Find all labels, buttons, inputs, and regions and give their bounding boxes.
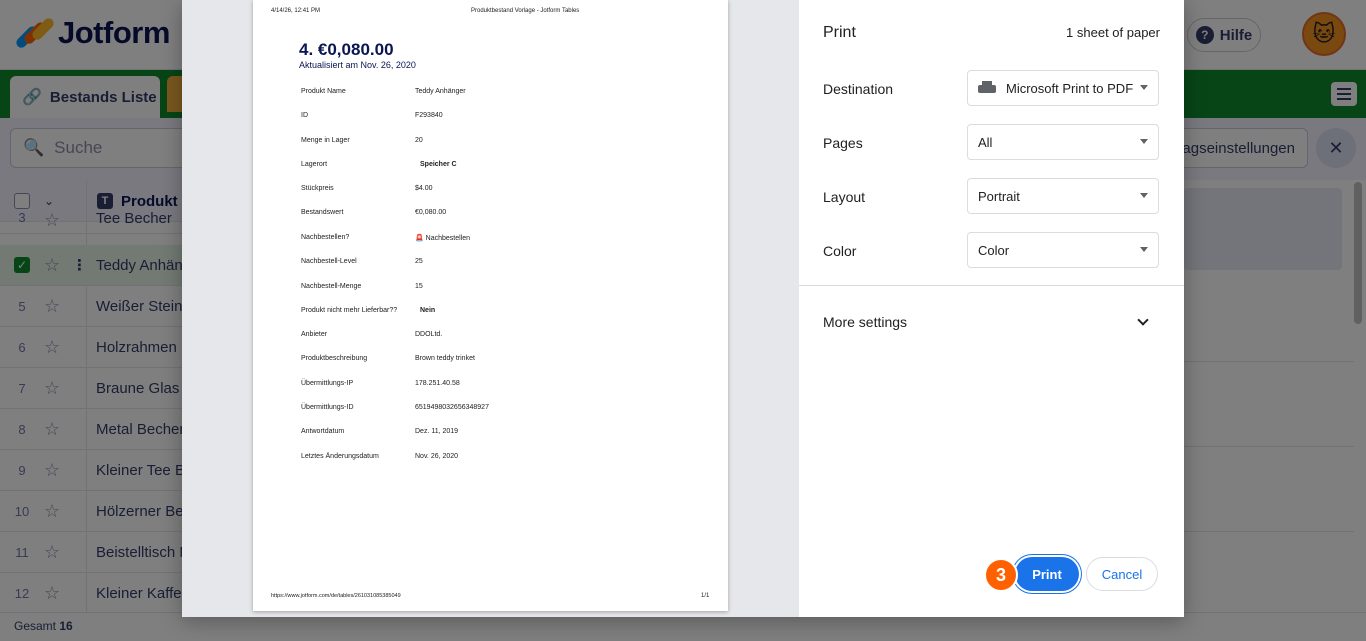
pages-label: Pages (823, 135, 863, 151)
divider (799, 285, 1184, 286)
more-settings-toggle[interactable]: More settings (823, 314, 907, 330)
dropdown-arrow-icon (1140, 247, 1148, 252)
preview-updated: Aktualisiert am Nov. 26, 2020 (299, 60, 416, 70)
print-dialog: 4/14/26, 12:41 PM Produktbestand Vorlage… (182, 0, 1184, 617)
preview-field: Stückpreis $4.00 (301, 185, 433, 192)
page-header-date: 4/14/26, 12:41 PM (271, 8, 321, 14)
cancel-button[interactable]: Cancel (1086, 557, 1158, 591)
preview-field: Bestandswert €0,080.00 (301, 209, 447, 216)
dropdown-arrow-icon (1140, 193, 1148, 198)
chevron-down-icon[interactable] (1137, 314, 1149, 326)
print-title: Print (823, 24, 856, 41)
preview-field: Anbieter DDOLtd. (301, 331, 443, 338)
preview-field: Nachbestell-Menge 15 (301, 283, 423, 290)
pages-select[interactable]: All (967, 124, 1159, 160)
preview-field: Nachbestellen? 🚨 Nachbestellen (301, 234, 471, 242)
preview-field: Lagerort Speicher C (301, 161, 457, 168)
destination-label: Destination (823, 81, 894, 97)
color-select[interactable]: Color (967, 232, 1159, 268)
preview-page: 4/14/26, 12:41 PM Produktbestand Vorlage… (253, 0, 728, 611)
destination-select[interactable]: Microsoft Print to PDF (967, 70, 1159, 106)
color-label: Color (823, 243, 857, 259)
layout-label: Layout (823, 189, 866, 205)
preview-field: ID F293840 (301, 112, 443, 119)
page-footer-number: 1/1 (701, 593, 710, 599)
preview-field: Antwortdatum Dez. 11, 2019 (301, 428, 459, 435)
preview-field: Letztes Änderungsdatum Nov. 26, 2020 (301, 453, 459, 460)
print-button[interactable]: Print (1015, 557, 1079, 591)
print-settings: Print 1 sheet of paper Destination Micro… (799, 0, 1184, 617)
page-footer-url: https://www.jotform.com/de/tables/261031… (271, 593, 401, 599)
preview-field: Übermittlungs-ID 6519498032656348927 (301, 404, 489, 411)
dropdown-arrow-icon (1140, 139, 1148, 144)
preview-value: 4. €0,080.00 (299, 40, 394, 59)
printer-icon (978, 81, 996, 95)
preview-field: Übermittlungs-IP 178.251.40.58 (301, 380, 460, 387)
layout-select[interactable]: Portrait (967, 178, 1159, 214)
preview-field: Produktbeschreibung Brown teddy trinket (301, 355, 475, 362)
step-badge: 3 (984, 558, 1018, 592)
preview-field: Produkt nicht mehr Lieferbar?? Nein (301, 307, 436, 314)
sheet-count: 1 sheet of paper (1066, 25, 1160, 40)
print-preview: 4/14/26, 12:41 PM Produktbestand Vorlage… (182, 0, 799, 617)
page-header-title: Produktbestand Vorlage - Jotform Tables (471, 8, 580, 14)
preview-field: Produkt Name Teddy Anhänger (301, 88, 466, 95)
dropdown-arrow-icon (1140, 85, 1148, 90)
preview-field: Nachbestell-Level 25 (301, 258, 423, 265)
preview-field: Menge in Lager 20 (301, 137, 423, 144)
